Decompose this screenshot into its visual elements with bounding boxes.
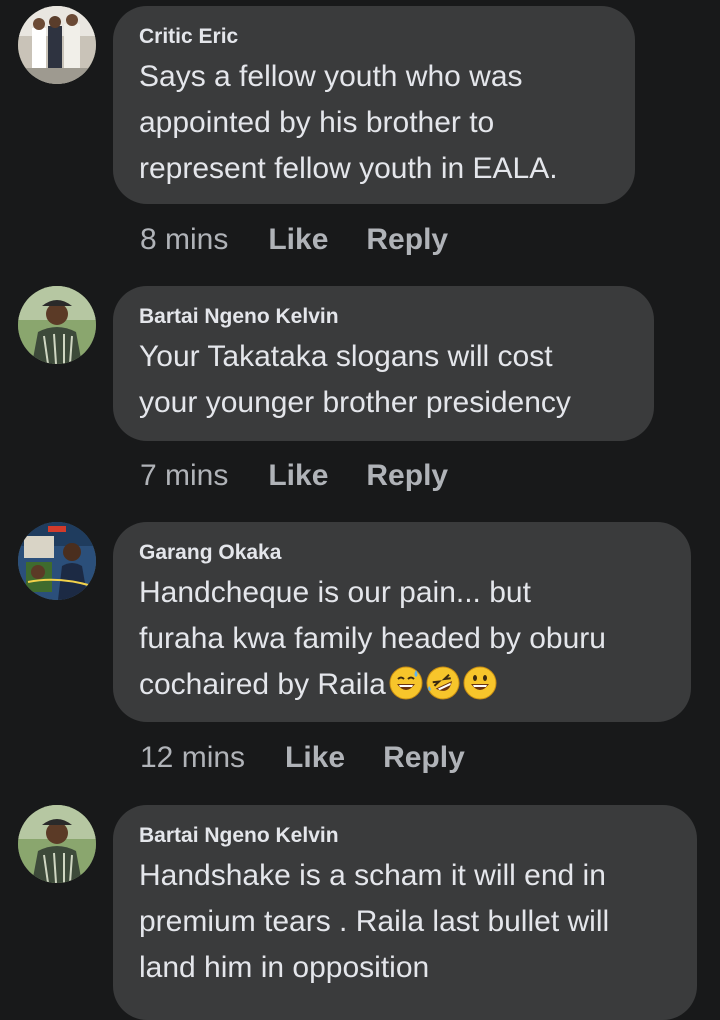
comment-text: Says a fellow youth who was appointed by… bbox=[139, 60, 558, 185]
reply-button[interactable]: Reply bbox=[366, 222, 448, 258]
rolling-on-floor-laughing-emoji bbox=[423, 666, 460, 701]
avatar[interactable] bbox=[18, 805, 96, 883]
comment-actions: 7 mins Like Reply bbox=[140, 458, 448, 494]
avatar-photo bbox=[18, 6, 96, 84]
comment-actions: 12 mins Like Reply bbox=[140, 740, 465, 776]
avatar-photo bbox=[18, 522, 96, 600]
comment-text: Handcheque is our pain... but furaha kwa… bbox=[139, 570, 665, 708]
like-button[interactable]: Like bbox=[268, 458, 328, 494]
comment-text-content: Handcheque is our pain... but furaha kwa… bbox=[139, 576, 606, 701]
comment-timestamp[interactable]: 12 mins bbox=[140, 740, 245, 776]
grinning-emoji bbox=[460, 666, 497, 701]
comment-timestamp[interactable]: 8 mins bbox=[140, 222, 228, 258]
comment-bubble: Garang Okaka Handcheque is our pain... b… bbox=[113, 522, 691, 722]
like-button[interactable]: Like bbox=[268, 222, 328, 258]
avatar[interactable] bbox=[18, 286, 96, 364]
comment-timestamp[interactable]: 7 mins bbox=[140, 458, 228, 494]
comment-bubble: Bartai Ngeno Kelvin Your Takataka slogan… bbox=[113, 286, 654, 441]
comment-text: Handshake is a scham it will end in prem… bbox=[139, 859, 610, 984]
avatar-photo bbox=[18, 286, 96, 364]
like-button[interactable]: Like bbox=[285, 740, 345, 776]
comment-author[interactable]: Bartai Ngeno Kelvin bbox=[139, 823, 671, 849]
comment-text: Your Takataka slogans will cost your you… bbox=[139, 340, 571, 419]
comment-actions: 8 mins Like Reply bbox=[140, 222, 448, 258]
comment-bubble: Critic Eric Says a fellow youth who was … bbox=[113, 6, 635, 204]
avatar-photo bbox=[18, 805, 96, 883]
comment-author[interactable]: Bartai Ngeno Kelvin bbox=[139, 304, 628, 330]
comment-bubble: Bartai Ngeno Kelvin Handshake is a scham… bbox=[113, 805, 697, 1020]
comment-author[interactable]: Critic Eric bbox=[139, 24, 609, 50]
avatar[interactable] bbox=[18, 6, 96, 84]
grinning-sweat-emoji bbox=[386, 666, 423, 701]
comment-author[interactable]: Garang Okaka bbox=[139, 540, 665, 566]
reply-button[interactable]: Reply bbox=[383, 740, 465, 776]
avatar[interactable] bbox=[18, 522, 96, 600]
reply-button[interactable]: Reply bbox=[366, 458, 448, 494]
